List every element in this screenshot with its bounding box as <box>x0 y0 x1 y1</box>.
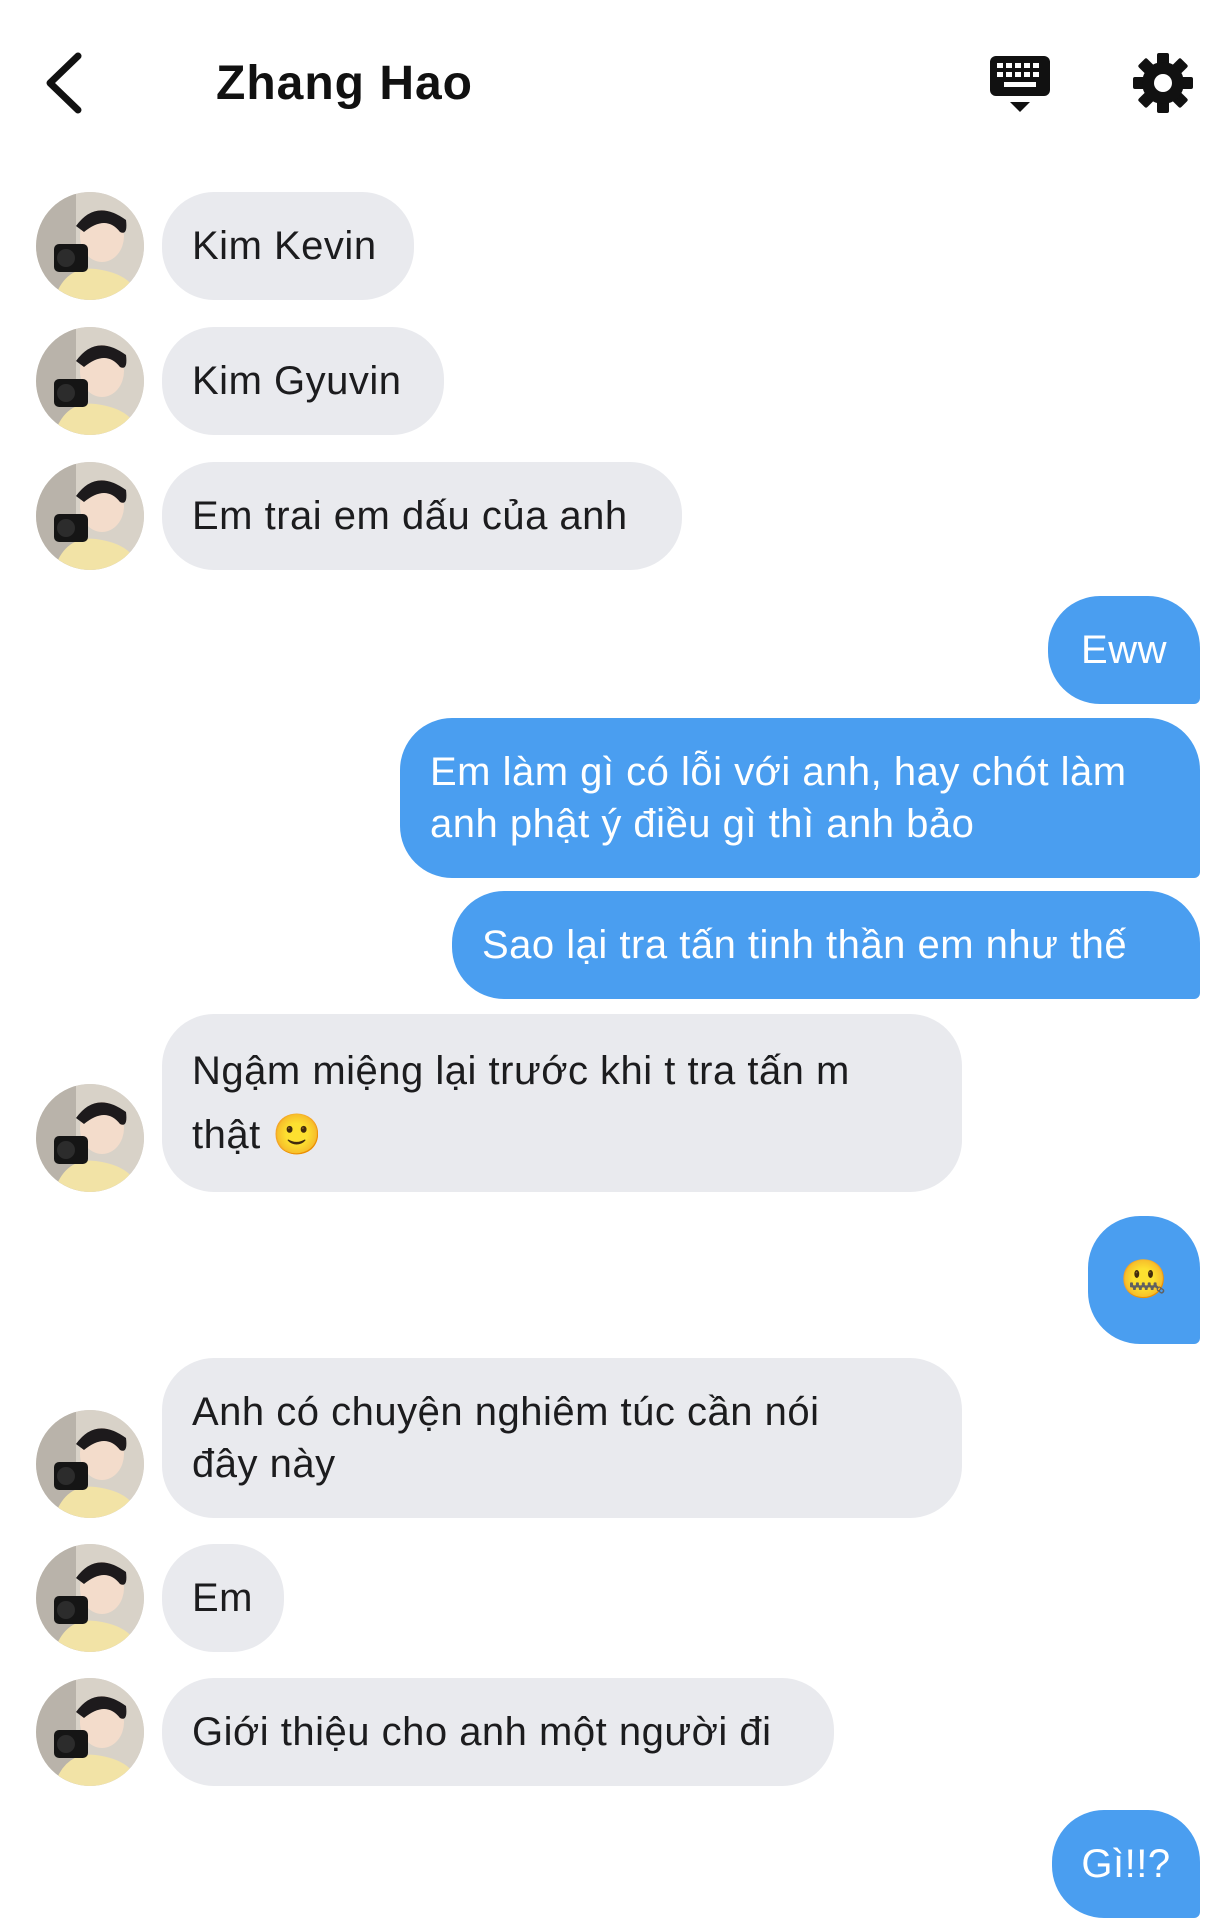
avatar[interactable] <box>36 192 144 300</box>
message-bubble-incoming[interactable]: Kim Kevin <box>162 192 414 300</box>
message-bubble-outgoing[interactable]: Gì!!? <box>1052 1810 1200 1918</box>
settings-button[interactable] <box>1132 52 1194 114</box>
profile-photo <box>36 462 144 570</box>
message-text: Kim Kevin <box>192 224 377 268</box>
avatar[interactable] <box>36 1544 144 1652</box>
message-bubble-incoming[interactable]: Anh có chuyện nghiêm túc cần nói đây này <box>162 1358 962 1518</box>
profile-photo <box>36 1410 144 1518</box>
chat-header: Zhang Hao <box>0 0 1230 170</box>
message-text: Em làm gì có lỗi với anh, hay chót làm a… <box>430 750 1127 846</box>
message-bubble-incoming[interactable]: Em <box>162 1544 284 1652</box>
message-text: Em trai em dấu của anh <box>192 494 628 538</box>
message-text: Ngậm miệng lại trước khi t tra tấn m thậ… <box>192 1049 850 1157</box>
message-text: Giới thiệu cho anh một người đi <box>192 1710 772 1754</box>
gear-icon <box>1133 53 1193 113</box>
message-bubble-incoming[interactable]: Kim Gyuvin <box>162 327 444 435</box>
profile-photo <box>36 1084 144 1192</box>
message-text: 🤐 <box>1120 1259 1168 1301</box>
keyboard-button[interactable] <box>988 54 1052 118</box>
profile-photo <box>36 1678 144 1786</box>
message-bubble-outgoing[interactable]: Eww <box>1048 596 1200 704</box>
avatar[interactable] <box>36 1410 144 1518</box>
avatar[interactable] <box>36 327 144 435</box>
message-text: Gì!!? <box>1081 1842 1171 1886</box>
avatar[interactable] <box>36 462 144 570</box>
message-bubble-incoming[interactable]: Giới thiệu cho anh một người đi <box>162 1678 834 1786</box>
message-text: Kim Gyuvin <box>192 359 402 403</box>
message-text: Em <box>192 1576 253 1620</box>
profile-photo <box>36 327 144 435</box>
keyboard-icon <box>990 56 1050 112</box>
back-button[interactable] <box>38 48 94 118</box>
message-text: Anh có chuyện nghiêm túc cần nói đây này <box>192 1390 820 1486</box>
message-bubble-incoming[interactable]: Em trai em dấu của anh <box>162 462 682 570</box>
message-bubble-outgoing[interactable]: Em làm gì có lỗi với anh, hay chót làm a… <box>400 718 1200 878</box>
contact-name: Zhang Hao <box>216 57 473 110</box>
message-text: Sao lại tra tấn tinh thần em như thế <box>482 923 1128 967</box>
avatar[interactable] <box>36 1084 144 1192</box>
profile-photo <box>36 192 144 300</box>
message-bubble-incoming[interactable]: Ngậm miệng lại trước khi t tra tấn m thậ… <box>162 1014 962 1192</box>
message-text: Eww <box>1081 628 1167 672</box>
message-bubble-outgoing[interactable]: 🤐 <box>1088 1216 1200 1344</box>
avatar[interactable] <box>36 1678 144 1786</box>
chevron-left-icon <box>46 52 82 114</box>
profile-photo <box>36 1544 144 1652</box>
message-bubble-outgoing[interactable]: Sao lại tra tấn tinh thần em như thế <box>452 891 1200 999</box>
